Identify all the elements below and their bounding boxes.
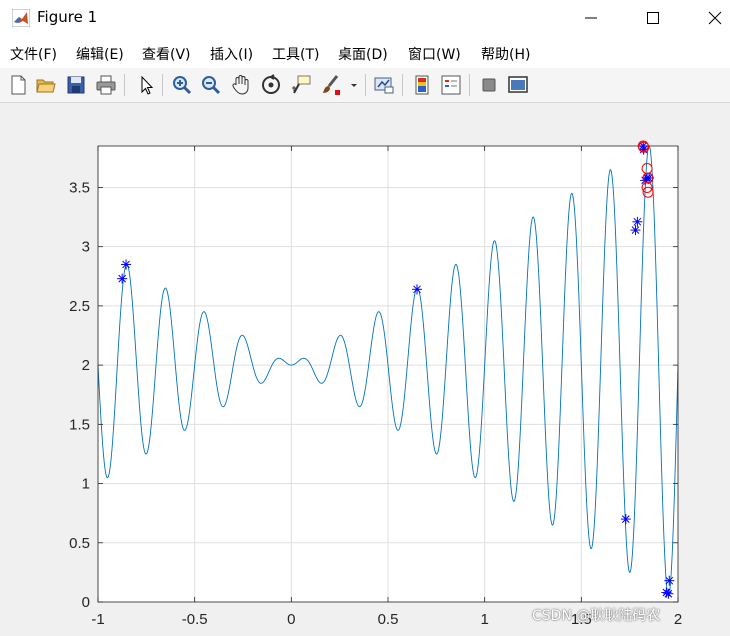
zoom-in-button[interactable]: [170, 73, 194, 97]
population-point-marker: [644, 172, 654, 183]
save-icon: [67, 76, 85, 94]
figure-toolbar: [0, 68, 730, 103]
watermark-text: CSDN @耿耿陆码农: [532, 608, 661, 624]
population-point-marker: [663, 588, 674, 599]
matlab-logo-icon: [12, 9, 30, 27]
save-button[interactable]: [64, 73, 88, 97]
data-cursor-icon: [292, 75, 311, 94]
insert-colorbar-button[interactable]: [410, 73, 434, 97]
y-tick-label: 2: [82, 357, 90, 374]
y-tick-label: 3.5: [69, 179, 90, 196]
brush-dropdown[interactable]: [349, 73, 359, 97]
pan-hand-icon: [232, 75, 249, 95]
insert-legend-button[interactable]: [439, 73, 463, 97]
close-button[interactable]: [692, 0, 730, 36]
zoom-out-button[interactable]: [199, 73, 223, 97]
x-tick-label: 2: [674, 611, 682, 628]
window-title: Figure 1: [37, 8, 98, 26]
toolbar-separator: [124, 74, 125, 96]
link-plot-button[interactable]: [372, 73, 396, 97]
x-tick-label: 0: [287, 611, 295, 628]
insert-colorbar-icon: [415, 75, 429, 95]
x-tick-label: -0.5: [182, 611, 208, 628]
menu-file[interactable]: 文件(F): [10, 44, 57, 64]
menu-edit[interactable]: 编辑(E): [76, 44, 124, 64]
maximize-icon: [647, 12, 659, 24]
plot-area[interactable]: -1 -0.5 0 0.5 1 1.5 200.511.522.533.5: [0, 103, 730, 636]
edit-plot-button[interactable]: [134, 73, 158, 97]
population-point-marker: [664, 575, 675, 586]
close-icon: [708, 11, 722, 25]
x-tick-label: 1: [480, 611, 488, 628]
y-tick-label: 3: [82, 239, 90, 256]
toolbar-separator: [365, 74, 366, 96]
pan-button[interactable]: [229, 73, 253, 97]
rotate-button[interactable]: [259, 73, 283, 97]
x-tick-label: -1: [91, 611, 104, 628]
minimize-button[interactable]: [568, 0, 614, 36]
insert-legend-icon: [441, 75, 461, 95]
y-tick-label: 2.5: [69, 298, 90, 315]
population-point-marker: [121, 259, 132, 270]
zoom-out-icon: [202, 76, 221, 95]
print-icon: [96, 75, 116, 95]
window-titlebar: Figure 1: [0, 0, 730, 36]
hide-plot-tools-icon: [482, 78, 496, 92]
new-figure-icon: [11, 75, 26, 95]
menu-window[interactable]: 窗口(W): [408, 44, 461, 64]
show-plot-tools-icon: [508, 76, 528, 93]
menu-help[interactable]: 帮助(H): [481, 44, 530, 64]
open-file-icon: [36, 79, 56, 93]
menu-view[interactable]: 查看(V): [142, 44, 191, 64]
y-tick-label: 0: [82, 594, 90, 611]
minimize-icon: [585, 17, 597, 19]
y-tick-label: 1: [82, 476, 90, 493]
brush-icon: [323, 75, 340, 95]
population-point-marker: [117, 273, 128, 284]
y-tick-label: 1.5: [69, 416, 90, 433]
menu-tools[interactable]: 工具(T): [272, 44, 319, 64]
print-button[interactable]: [94, 73, 118, 97]
population-point-marker: [630, 225, 641, 236]
brush-button[interactable]: [319, 73, 343, 97]
toolbar-separator: [402, 74, 403, 96]
edit-plot-pointer-icon: [141, 75, 154, 95]
x-tick-label: 0.5: [378, 611, 399, 628]
toolbar-separator: [469, 74, 470, 96]
menu-insert[interactable]: 插入(I): [210, 44, 253, 64]
open-file-button[interactable]: [34, 73, 58, 97]
data-cursor-button[interactable]: [289, 73, 313, 97]
rotate-3d-icon: [262, 74, 280, 94]
maximize-button[interactable]: [630, 0, 676, 36]
y-tick-label: 0.5: [69, 535, 90, 552]
show-plot-tools-button[interactable]: [506, 73, 530, 97]
link-plot-icon: [374, 77, 394, 94]
chevron-down-icon: [351, 84, 357, 87]
population-point-marker: [632, 216, 643, 227]
zoom-in-icon: [173, 76, 192, 95]
new-figure-button[interactable]: [6, 73, 30, 97]
figure-canvas: -1 -0.5 0 0.5 1 1.5 2 0 0.5 1 1.5 2 2.5 3 3.5: [0, 103, 730, 636]
menu-bar: 文件(F) 编辑(E) 查看(V) 插入(I) 工具(T) 桌面(D) 窗口(W…: [0, 36, 730, 68]
population-point-marker: [412, 284, 422, 295]
population-point-marker: [620, 514, 631, 525]
toolbar-separator: [162, 74, 163, 96]
menu-desktop[interactable]: 桌面(D): [338, 44, 388, 64]
hide-plot-tools-button[interactable]: [477, 73, 501, 97]
